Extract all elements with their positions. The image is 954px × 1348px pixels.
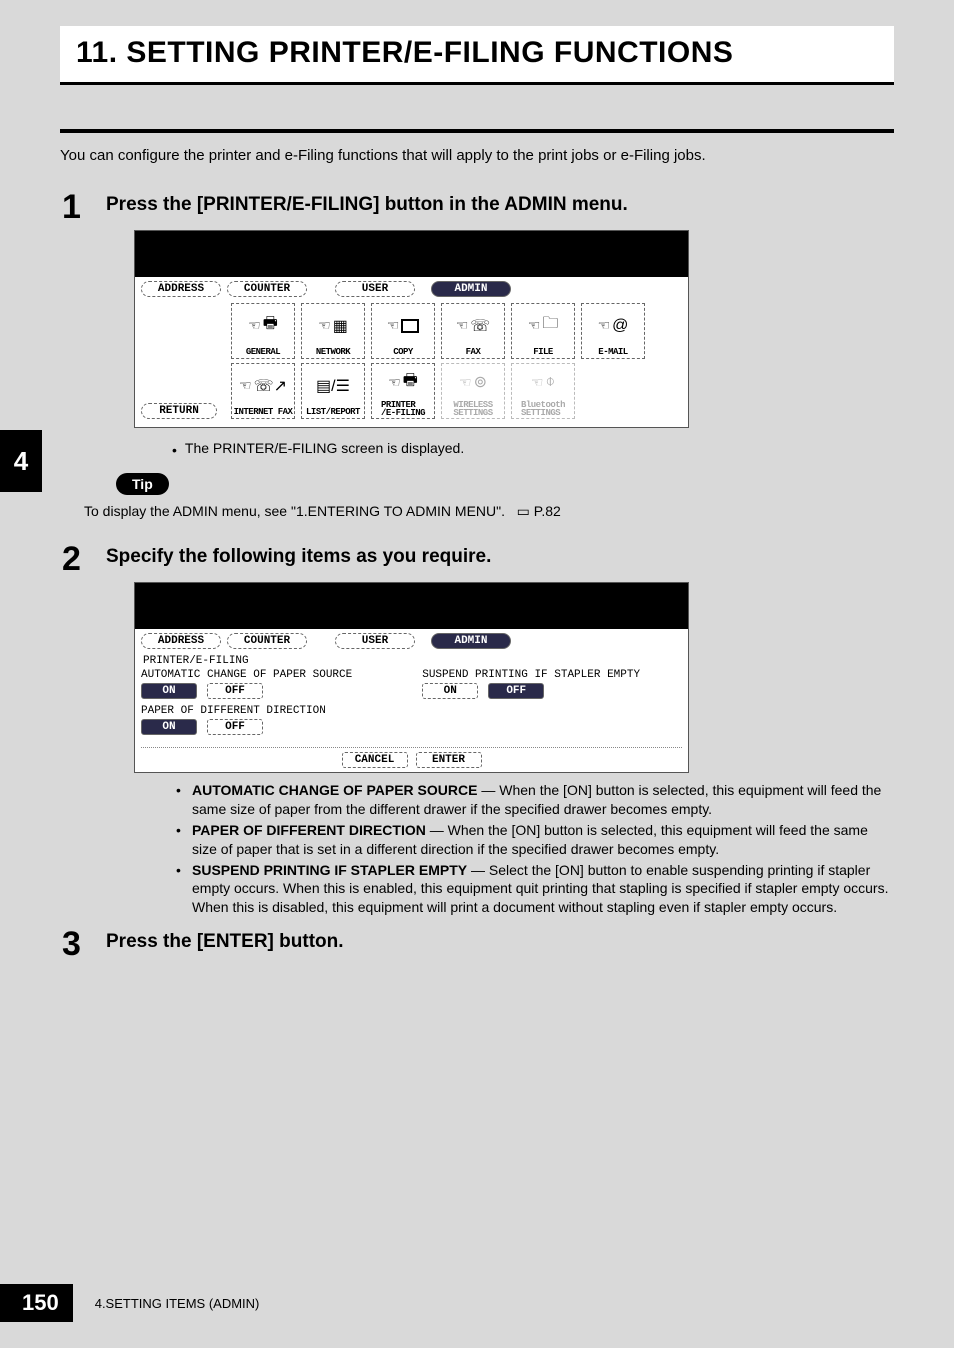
suspend-on-button[interactable]: ON (422, 683, 478, 699)
btn-wireless-settings: ☜⊚ WIRELESS SETTINGS (441, 363, 505, 419)
btn-copy[interactable]: ☜ COPY (371, 303, 435, 359)
diff-dir-on-button[interactable]: ON (141, 719, 197, 735)
tip-page-ref: P.82 (534, 503, 561, 519)
cancel-button[interactable]: CANCEL (342, 752, 408, 768)
step-number: 3 (62, 925, 81, 964)
option-descriptions: AUTOMATIC CHANGE OF PAPER SOURCE — When … (146, 781, 894, 917)
chapter-title: 11. SETTING PRINTER/E-FILING FUNCTIONS (76, 36, 878, 70)
step-number: 2 (62, 540, 81, 579)
hand-icon: ☜ (528, 317, 541, 334)
screenshot-printer-efiling-settings: ADDRESS COUNTER USER ADMIN PRINTER/E-FIL… (134, 582, 894, 773)
divider-rule (60, 129, 894, 133)
btn-email[interactable]: ☜@ E-MAIL (581, 303, 645, 359)
step-2-title: Specify the following items as you requi… (106, 546, 894, 568)
email-icon: @ (612, 317, 628, 335)
footer-section: 4.SETTING ITEMS (ADMIN) (95, 1296, 260, 1311)
desc-auto-source: AUTOMATIC CHANGE OF PAPER SOURCE — When … (172, 781, 894, 819)
opt-auto-source-title: AUTOMATIC CHANGE OF PAPER SOURCE (141, 669, 352, 681)
hand-icon: ☜ (456, 317, 469, 334)
step-number: 1 (62, 188, 81, 227)
bullet-icon: • (172, 443, 177, 457)
tab-counter[interactable]: COUNTER (227, 633, 307, 649)
tab-address[interactable]: ADDRESS (141, 633, 221, 649)
screen-header-black (135, 583, 688, 629)
hand-icon: ☜ (388, 374, 401, 391)
printer-efiling-icon: 🖶 (403, 369, 418, 396)
divider-dotted (141, 747, 682, 748)
diff-dir-off-button[interactable]: OFF (207, 719, 263, 735)
tip-text: To display the ADMIN menu, see "1.ENTERI… (84, 503, 894, 520)
step-3: 3 Press the [ENTER] button. (60, 931, 894, 953)
tip-badge: Tip (116, 473, 169, 495)
step-1-note: The PRINTER/E-FILING screen is displayed… (185, 440, 464, 456)
breadcrumb: PRINTER/E-FILING (143, 655, 682, 667)
step-2: 2 Specify the following items as you req… (60, 546, 894, 568)
copy-icon (401, 319, 419, 333)
enter-button[interactable]: ENTER (416, 752, 482, 768)
btn-printer-efiling[interactable]: ☜🖶 PRINTER /E-FILING (371, 363, 435, 419)
network-icon: ▦ (333, 316, 348, 336)
step-3-title: Press the [ENTER] button. (106, 931, 894, 953)
bluetooth-icon: ⌽ (545, 373, 555, 391)
hand-icon: ☜ (459, 374, 472, 391)
internet-fax-icon: ☏↗ (254, 376, 287, 396)
btn-internet-fax[interactable]: ☜☏↗ INTERNET FAX (231, 363, 295, 419)
opt-suspend-title: SUSPEND PRINTING IF STAPLER EMPTY (422, 669, 640, 681)
tab-user[interactable]: USER (335, 281, 415, 297)
btn-file[interactable]: ☜🗀 FILE (511, 303, 575, 359)
fax-icon: ☏ (470, 316, 490, 336)
btn-list-report[interactable]: ▤/☰ LIST/REPORT (301, 363, 365, 419)
hand-icon: ☜ (248, 317, 261, 334)
book-icon: ▭ (517, 503, 530, 519)
tab-counter[interactable]: COUNTER (227, 281, 307, 297)
auto-source-off-button[interactable]: OFF (207, 683, 263, 699)
tab-address[interactable]: ADDRESS (141, 281, 221, 297)
btn-bluetooth-settings: ☜⌽ Bluetooth SETTINGS (511, 363, 575, 419)
desc-diff-dir: PAPER OF DIFFERENT DIRECTION — When the … (172, 821, 894, 859)
auto-source-on-button[interactable]: ON (141, 683, 197, 699)
chapter-side-tab: 4 (0, 430, 42, 492)
top-tab-row: ADDRESS COUNTER USER ADMIN (141, 281, 682, 297)
btn-fax[interactable]: ☜☏ FAX (441, 303, 505, 359)
tab-admin[interactable]: ADMIN (431, 281, 511, 297)
opt-diff-dir-title: PAPER OF DIFFERENT DIRECTION (141, 705, 352, 717)
hand-icon: ☜ (531, 374, 544, 391)
return-button[interactable]: RETURN (141, 403, 217, 419)
step-1: 1 Press the [PRINTER/E-FILING] button in… (60, 194, 894, 216)
step-1-note-row: • The PRINTER/E-FILING screen is display… (146, 436, 894, 463)
screen-header-black (135, 231, 688, 277)
hand-icon: ☜ (318, 317, 331, 334)
wireless-icon: ⊚ (474, 372, 487, 392)
desc-suspend: SUSPEND PRINTING IF STAPLER EMPTY — Sele… (172, 861, 894, 918)
screenshot-admin-menu: ADDRESS COUNTER USER ADMIN ☜🖶 GENERAL ☜▦ (134, 230, 894, 428)
hand-icon: ☜ (598, 317, 611, 334)
suspend-off-button[interactable]: OFF (488, 683, 544, 699)
list-report-icon: ▤/☰ (316, 376, 350, 396)
tab-admin[interactable]: ADMIN (431, 633, 511, 649)
top-tab-row: ADDRESS COUNTER USER ADMIN (141, 633, 682, 649)
hand-icon: ☜ (239, 377, 252, 394)
hand-icon: ☜ (387, 317, 400, 334)
intro-text: You can configure the printer and e-Fili… (60, 147, 894, 164)
tab-user[interactable]: USER (335, 633, 415, 649)
page-footer: 150 4.SETTING ITEMS (ADMIN) (0, 1284, 259, 1322)
printer-icon: 🖶 (263, 312, 278, 339)
file-icon: 🗀 (542, 312, 558, 339)
chapter-header: 11. SETTING PRINTER/E-FILING FUNCTIONS (60, 26, 894, 85)
step-1-title: Press the [PRINTER/E-FILING] button in t… (106, 194, 894, 216)
btn-network[interactable]: ☜▦ NETWORK (301, 303, 365, 359)
btn-general[interactable]: ☜🖶 GENERAL (231, 303, 295, 359)
page-number: 150 (0, 1284, 73, 1322)
